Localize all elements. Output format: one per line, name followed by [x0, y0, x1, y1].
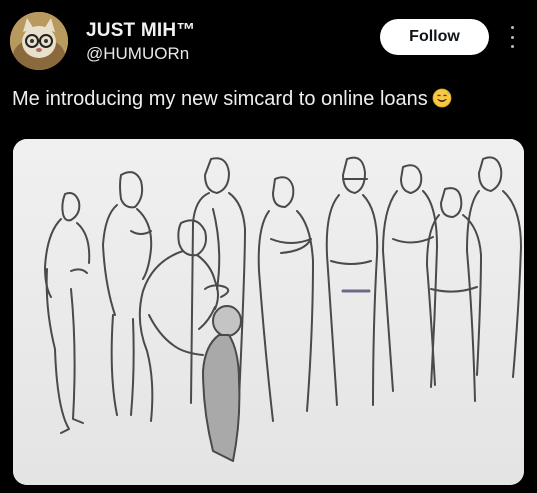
user-handle[interactable]: @HUMUORn [86, 43, 195, 65]
tweet-media-image[interactable] [13, 139, 524, 485]
display-name[interactable]: JUST MIH™ [86, 20, 195, 42]
sketch-illustration [13, 139, 524, 485]
follow-button[interactable]: Follow [380, 19, 489, 55]
more-options-icon[interactable] [504, 24, 520, 50]
dot [510, 26, 514, 29]
user-avatar[interactable] [10, 12, 68, 70]
tweet-body: Me introducing my new simcard to online … [12, 88, 428, 110]
cat-avatar-icon [10, 12, 68, 70]
grinning-sweat-emoji-icon [432, 88, 452, 108]
tweet-text: Me introducing my new simcard to online … [12, 86, 452, 112]
tweet-header: JUST MIH™ @HUMUORn Follow [0, 0, 537, 80]
dot [510, 45, 514, 48]
dot [510, 35, 514, 39]
user-names: JUST MIH™ @HUMUORn [86, 20, 195, 65]
